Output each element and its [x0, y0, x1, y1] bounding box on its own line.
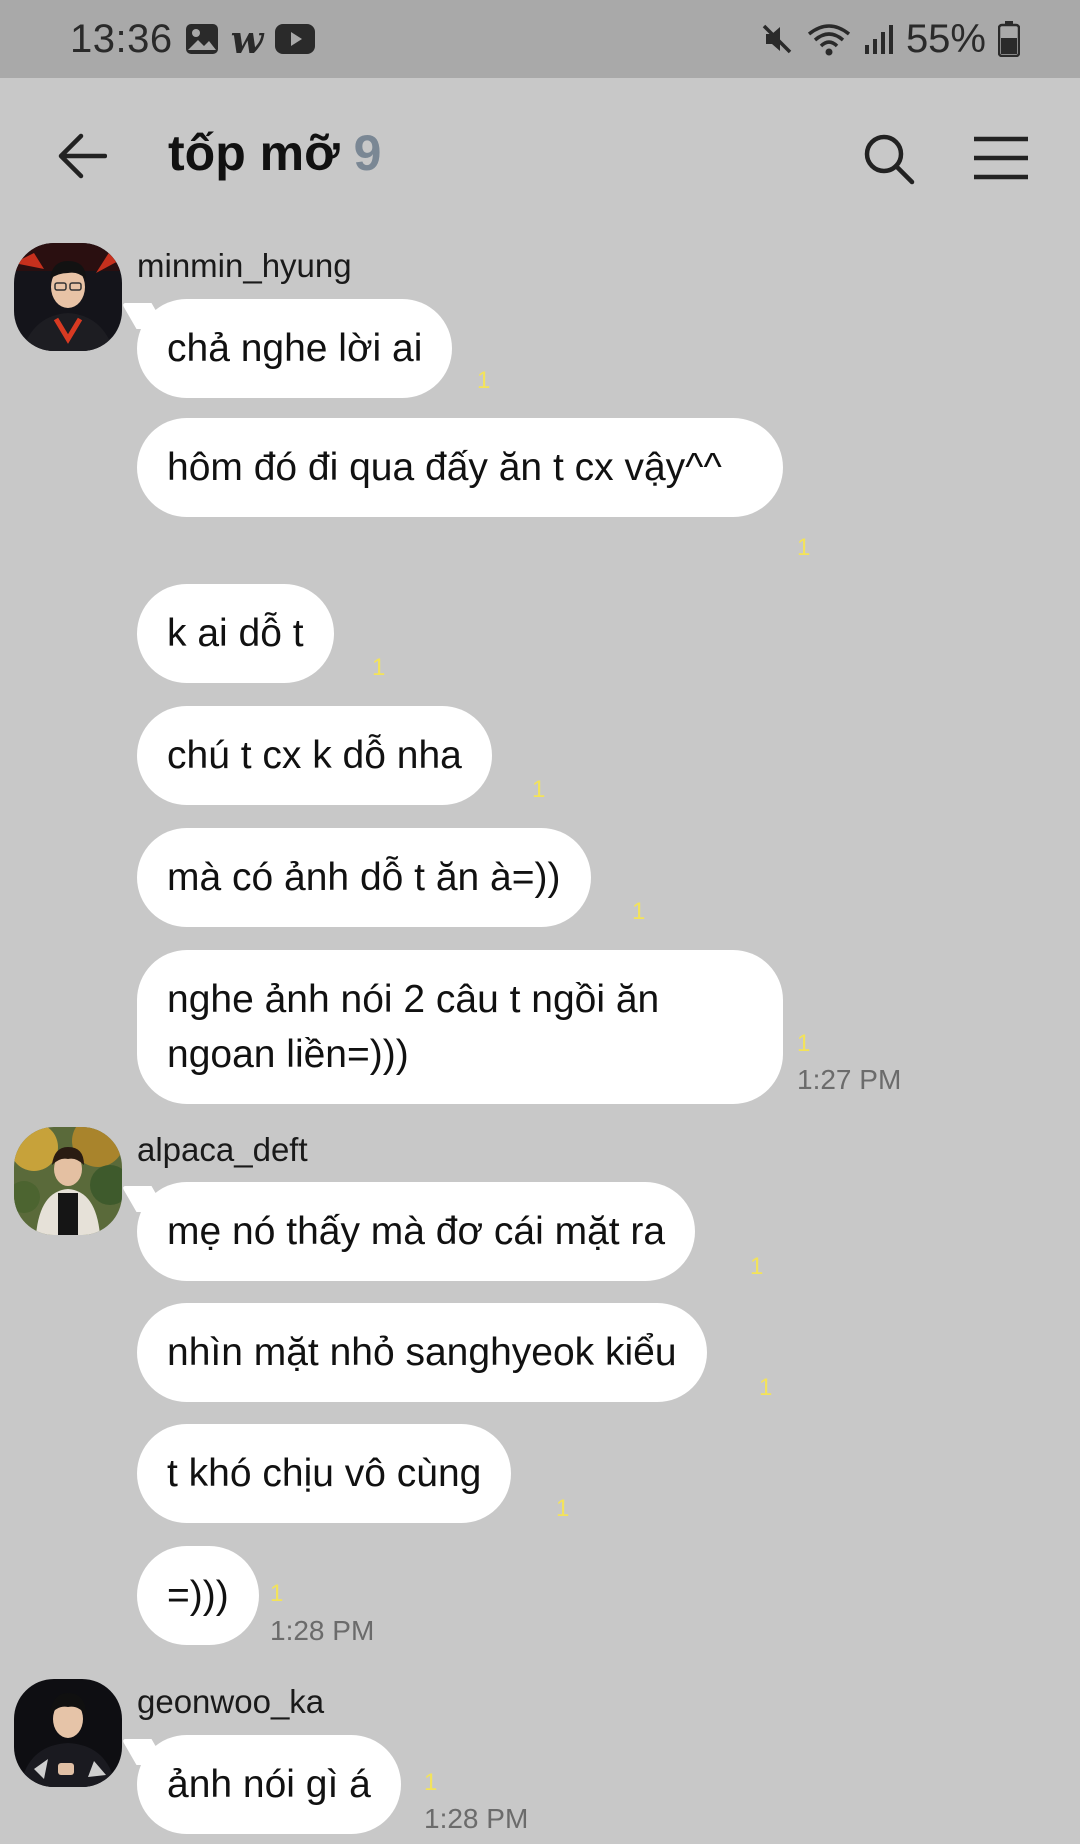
message-bubble[interactable]: nhìn mặt nhỏ sanghyeok kiểu	[137, 1303, 707, 1402]
member-count: 9	[353, 125, 382, 181]
back-button[interactable]	[52, 128, 112, 184]
message-bubble[interactable]: hôm đó đi qua đấy ăn t cx vậy^^	[137, 418, 783, 517]
unread-count: 1	[270, 1580, 284, 1607]
w-app-icon: w	[230, 16, 264, 62]
message-bubble[interactable]: mẹ nó thấy mà đơ cái mặt ra	[137, 1182, 696, 1281]
avatar-alpaca-deft[interactable]	[14, 1127, 122, 1235]
chat-title: tốp mỡ	[168, 125, 340, 181]
message-bubble[interactable]: k ai dỗ t	[137, 584, 334, 683]
unread-count: 1	[632, 898, 646, 925]
message-bubble[interactable]: t khó chịu vô cùng	[137, 1424, 512, 1523]
message-bubble[interactable]: nghe ảnh nói 2 câu t ngồi ăn ngoan liền=…	[137, 950, 783, 1104]
chat-screen: 13:36 w 55% tốp mỡ 9 minmin_hyung chả ng…	[0, 0, 1080, 1844]
unread-count: 1	[797, 1030, 811, 1057]
unread-count: 1	[532, 776, 546, 803]
chat-title-area[interactable]: tốp mỡ 9	[168, 124, 381, 182]
sender-name: geonwoo_ka	[137, 1683, 325, 1720]
unread-count: 1	[477, 367, 491, 394]
message-bubble[interactable]: =)))	[137, 1546, 259, 1645]
search-button[interactable]	[858, 128, 920, 190]
unread-count: 1	[759, 1374, 773, 1401]
message-timestamp: 1:27 PM	[797, 1064, 902, 1095]
unread-count: 1	[556, 1495, 570, 1522]
search-icon	[864, 134, 915, 185]
sender-name: minmin_hyung	[137, 247, 352, 284]
message-bubble[interactable]: ảnh nói gì á	[137, 1735, 401, 1834]
hamburger-menu-icon	[974, 136, 1028, 180]
youtube-icon	[275, 24, 316, 54]
sender-name: alpaca_deft	[137, 1131, 308, 1168]
unread-count: 1	[424, 1769, 438, 1796]
battery-percent: 55%	[905, 16, 986, 61]
wifi-icon	[806, 22, 852, 56]
gallery-icon	[185, 23, 219, 55]
message-bubble[interactable]: chú t cx k dỗ nha	[137, 706, 492, 805]
back-arrow-icon	[58, 133, 107, 179]
unread-count: 1	[372, 654, 386, 681]
unread-count: 1	[750, 1253, 764, 1280]
message-bubble[interactable]: chả nghe lời ai	[137, 299, 453, 398]
avatar-minmin-hyung[interactable]	[14, 243, 122, 351]
unread-count: 1	[797, 534, 811, 561]
message-bubble[interactable]: mà có ảnh dỗ t ăn à=))	[137, 828, 591, 927]
menu-button[interactable]	[970, 130, 1032, 186]
signal-icon	[864, 23, 894, 55]
status-time: 13:36	[70, 16, 173, 61]
message-timestamp: 1:28 PM	[270, 1615, 375, 1646]
avatar-geonwoo-ka[interactable]	[14, 1679, 122, 1787]
status-bar: 13:36 w 55%	[0, 0, 1080, 78]
message-timestamp: 1:28 PM	[424, 1803, 529, 1834]
chat-header: tốp mỡ 9	[0, 78, 1080, 233]
mute-icon	[760, 22, 794, 56]
battery-icon	[998, 21, 1020, 57]
